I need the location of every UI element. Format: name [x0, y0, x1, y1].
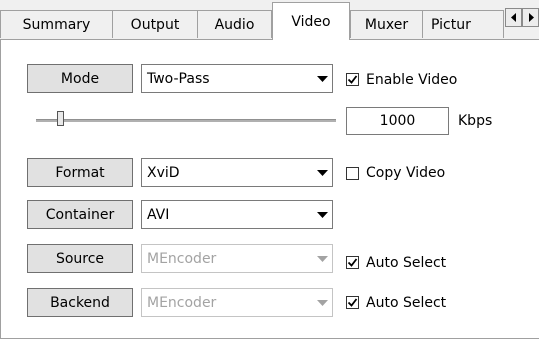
checkmark-icon: [347, 298, 358, 307]
tab-summary[interactable]: Summary: [0, 10, 113, 38]
chevron-down-icon: [312, 201, 332, 228]
container-select[interactable]: AVI: [141, 200, 333, 229]
bitrate-value: 1000: [379, 113, 416, 129]
backend-button[interactable]: Backend: [27, 288, 133, 317]
copy-video-checkbox[interactable]: [346, 167, 359, 180]
source-button[interactable]: Source: [27, 244, 133, 273]
tab-muxer[interactable]: Muxer: [350, 10, 423, 38]
tab-output[interactable]: Output: [112, 10, 198, 38]
bitrate-unit-label: Kbps: [458, 113, 493, 129]
container-button-label: Container: [45, 206, 115, 223]
backend-value: MEncoder: [147, 294, 217, 311]
enable-video-checkbox[interactable]: [346, 73, 359, 86]
tab-summary-label: Summary: [22, 16, 91, 33]
source-auto-select-checkbox[interactable]: [346, 256, 359, 269]
bitrate-input[interactable]: 1000: [346, 107, 449, 135]
format-button[interactable]: Format: [27, 158, 133, 187]
copy-video-label: Copy Video: [366, 165, 446, 181]
tab-picture[interactable]: Pictur: [422, 10, 504, 38]
container-button[interactable]: Container: [27, 200, 133, 229]
tab-video[interactable]: Video: [272, 2, 350, 40]
checkmark-icon: [347, 75, 358, 84]
tab-output-label: Output: [130, 16, 180, 33]
source-auto-select-label: Auto Select: [366, 255, 447, 271]
source-button-label: Source: [55, 250, 105, 267]
format-value: XviD: [147, 164, 180, 181]
checkmark-icon: [347, 258, 358, 267]
mode-button-label: Mode: [60, 70, 100, 87]
video-settings-panel: Mode Two-Pass Enable Video 1000 Kbps For…: [0, 39, 539, 339]
chevron-down-icon: [312, 159, 332, 186]
arrow-right-icon: [528, 13, 534, 22]
backend-auto-select-checkbox[interactable]: [346, 296, 359, 309]
backend-button-label: Backend: [50, 294, 110, 311]
backend-select[interactable]: MEncoder: [141, 288, 333, 317]
format-button-label: Format: [55, 164, 105, 181]
source-value: MEncoder: [147, 250, 217, 267]
tab-muxer-label: Muxer: [364, 16, 409, 33]
container-value: AVI: [147, 206, 170, 223]
chevron-down-icon: [312, 289, 332, 316]
backend-auto-select-label: Auto Select: [366, 295, 447, 311]
tab-audio[interactable]: Audio: [197, 10, 272, 38]
tab-picture-label: Pictur: [431, 16, 471, 33]
tab-strip: Summary Output Audio Video Muxer Pictur: [0, 0, 539, 40]
mode-value: Two-Pass: [147, 70, 210, 87]
tab-audio-label: Audio: [214, 16, 255, 33]
mode-button[interactable]: Mode: [27, 64, 133, 93]
tab-video-label: Video: [291, 13, 331, 30]
chevron-down-icon: [312, 65, 332, 92]
mode-select[interactable]: Two-Pass: [141, 64, 333, 93]
bitrate-slider-thumb[interactable]: [56, 111, 64, 126]
enable-video-label: Enable Video: [366, 72, 458, 88]
format-select[interactable]: XviD: [141, 158, 333, 187]
tab-scroll-left-button[interactable]: [505, 8, 522, 27]
arrow-left-icon: [510, 13, 516, 22]
tab-scroll-right-button[interactable]: [522, 8, 539, 27]
chevron-down-icon: [312, 245, 332, 272]
source-select[interactable]: MEncoder: [141, 244, 333, 273]
bitrate-slider-track[interactable]: [36, 119, 336, 122]
